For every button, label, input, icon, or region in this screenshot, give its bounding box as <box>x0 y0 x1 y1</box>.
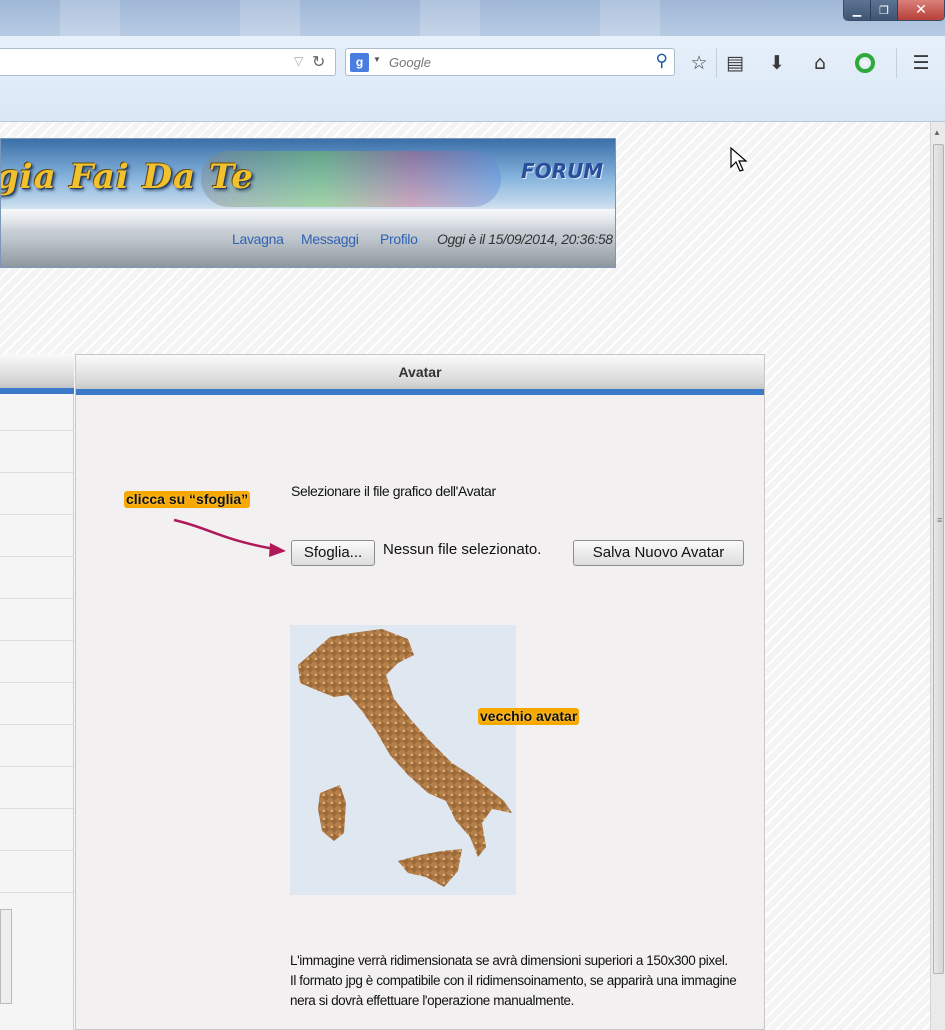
avatar-panel: Avatar Selezionare il file grafico dell'… <box>75 354 765 1030</box>
titlebar-decor <box>600 0 660 36</box>
nav-link-profilo[interactable]: Profilo <box>380 231 418 247</box>
browser-toolbar: ▽ ↻ g ▼ Google ⚲ ☆ ▤ ⬇ ⌂ ☰ <box>0 36 945 122</box>
window-titlebar: ▁ ❐ ✕ <box>0 0 945 36</box>
site-banner: gia Fai Da Te FORUM Lavagna Messaggi Pro… <box>0 138 616 268</box>
hint-arrow-icon <box>173 518 286 557</box>
scroll-grip-icon: ≡ <box>937 515 943 525</box>
menu-row-divider <box>0 850 73 851</box>
window-controls: ▁ ❐ ✕ <box>843 0 945 21</box>
select-file-label: Selezionare il file grafico dell'Avatar <box>291 483 496 499</box>
browse-button[interactable]: Sfoglia... <box>291 540 375 566</box>
resize-note: L'immagine verrà ridimensionata se avrà … <box>290 951 760 1011</box>
site-logo: gia Fai Da Te <box>0 157 255 197</box>
reading-list-icon[interactable]: ▤ <box>722 50 748 76</box>
address-bar[interactable]: ▽ ↻ <box>0 48 336 76</box>
menu-icon[interactable]: ☰ <box>908 50 934 76</box>
left-panel-header <box>0 354 74 394</box>
mouse-cursor-icon <box>730 147 748 172</box>
minimize-button[interactable]: ▁ <box>844 0 871 20</box>
menu-row-divider <box>0 808 73 809</box>
save-avatar-button[interactable]: Salva Nuovo Avatar <box>573 540 744 566</box>
menu-row-divider <box>0 766 73 767</box>
current-datetime: Oggi è il 15/09/2014, 20:36:58 <box>437 231 613 247</box>
browse-hint-callout: clicca su “sfoglia” <box>124 491 251 508</box>
page-scrollbar[interactable]: ▲ ≡ <box>930 122 945 1030</box>
toolbar-separator <box>896 48 897 78</box>
addon-icon[interactable] <box>852 50 878 76</box>
note-line: Il formato jpg è compatibile con il ridi… <box>290 973 737 988</box>
menu-row-divider <box>0 892 73 893</box>
note-line: L'immagine verrà ridimensionata se avrà … <box>290 953 728 968</box>
scrollbar-thumb[interactable]: ≡ <box>933 144 944 974</box>
nav-link-lavagna[interactable]: Lavagna <box>232 231 284 247</box>
menu-row-divider <box>0 724 73 725</box>
note-line: nera si dovrà effettuare l'operazione ma… <box>290 993 575 1008</box>
reload-icon[interactable]: ↻ <box>312 52 325 71</box>
engine-dropdown-icon[interactable]: ▼ <box>373 55 381 64</box>
left-menu-panel <box>0 354 74 1030</box>
banner-gloss <box>1 209 615 229</box>
menu-row-divider <box>0 682 73 683</box>
page-content: gia Fai Da Te FORUM Lavagna Messaggi Pro… <box>0 122 930 1030</box>
forum-logo: FORUM <box>521 159 604 183</box>
no-file-selected-text: Nessun file selezionato. <box>383 541 542 558</box>
history-dropdown-icon[interactable]: ▽ <box>294 54 303 68</box>
search-placeholder: Google <box>389 55 431 70</box>
search-bar[interactable]: g ▼ Google ⚲ <box>345 48 675 76</box>
titlebar-decor <box>420 0 480 36</box>
nav-link-messaggi[interactable]: Messaggi <box>301 231 359 247</box>
bookmark-star-icon[interactable]: ☆ <box>686 50 712 76</box>
menu-row-divider <box>0 430 73 431</box>
avatar-panel-title: Avatar <box>76 355 764 395</box>
titlebar-decor <box>240 0 300 36</box>
search-icon[interactable]: ⚲ <box>656 51 668 71</box>
italy-map-avatar <box>298 629 512 887</box>
current-avatar-image <box>290 625 516 895</box>
scroll-up-icon[interactable]: ▲ <box>933 128 941 137</box>
menu-row-divider <box>0 556 73 557</box>
menu-row-divider <box>0 472 73 473</box>
titlebar-decor <box>60 0 120 36</box>
close-button[interactable]: ✕ <box>898 0 944 20</box>
menu-row-divider <box>0 514 73 515</box>
download-icon[interactable]: ⬇ <box>764 50 790 76</box>
toolbar-separator <box>716 48 717 78</box>
google-engine-icon[interactable]: g <box>350 53 369 72</box>
menu-row-divider <box>0 598 73 599</box>
list-scrollbar[interactable] <box>0 909 12 1004</box>
restore-button[interactable]: ❐ <box>871 0 898 20</box>
old-avatar-callout: vecchio avatar <box>478 708 580 725</box>
menu-row-divider <box>0 640 73 641</box>
home-icon[interactable]: ⌂ <box>807 50 833 76</box>
